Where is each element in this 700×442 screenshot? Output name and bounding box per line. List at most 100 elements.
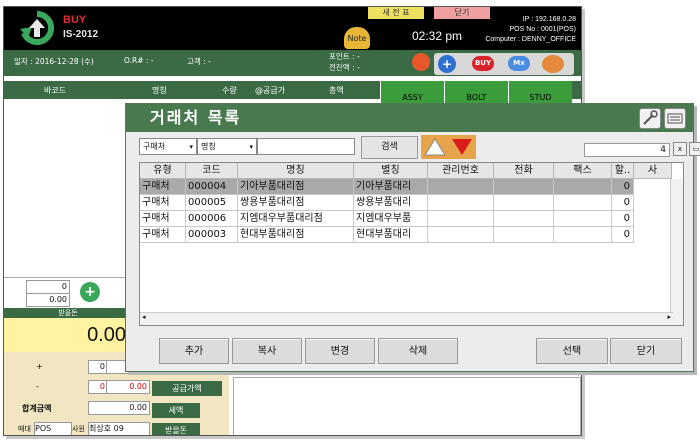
dialog-title: 거래처 목록 — [126, 104, 693, 132]
grid-cell[interactable]: 0 — [612, 195, 634, 211]
grid-cell[interactable]: 000004 — [186, 179, 238, 195]
partner-list-dialog: 거래처 목록 구매처 ▾ 명칭 ▾ 검색 4 x ▭ 유형 코드 명칭 별칭 관리번호 전화 팩… — [125, 103, 700, 372]
grid-cell[interactable] — [494, 227, 554, 243]
qty-amount[interactable]: 0.00 — [26, 293, 70, 307]
print-icon[interactable]: ▭ — [689, 142, 700, 156]
grid-cell[interactable]: 구매처 — [140, 227, 186, 243]
ip-address: IP : 192.168.0.28 — [522, 16, 576, 23]
select-button[interactable]: 선택 — [536, 338, 608, 364]
excel-icon[interactable]: x — [673, 142, 687, 156]
points-label: 포인트 : - — [329, 52, 360, 61]
grid-cell[interactable] — [554, 227, 612, 243]
grid-column-header[interactable]: 팩스 — [554, 163, 612, 179]
grid-column-header[interactable]: 별칭 — [354, 163, 428, 179]
qty-value[interactable]: 0 — [26, 280, 70, 294]
grid-cell[interactable]: 지엠대우부품대리점 — [238, 211, 354, 227]
grid-column-header[interactable]: 명칭 — [238, 163, 354, 179]
partner-row[interactable]: 구매처 000006 지엠대우부품대리점 지엠대우부품 0 — [140, 211, 683, 227]
move-up-button[interactable] — [421, 135, 449, 159]
grid-column-header[interactable]: 코드 — [186, 163, 238, 179]
add-qty-icon[interactable]: + — [80, 282, 100, 302]
grid-cell[interactable] — [428, 227, 494, 243]
grid-cell[interactable] — [494, 195, 554, 211]
supply-amount-label: 공급가액 — [152, 381, 222, 396]
bottom-item-panel — [233, 377, 581, 435]
edit-button[interactable]: 변경 — [305, 338, 375, 364]
grid-cell[interactable]: 쌍용부품대리 — [354, 195, 428, 211]
copy-button[interactable]: 복사 — [232, 338, 302, 364]
mx-button[interactable]: Mx — [508, 56, 530, 71]
note-icon[interactable]: Note — [344, 27, 370, 49]
grid-cell[interactable]: 지엠대우부품 — [354, 211, 428, 227]
buy-button[interactable]: BUY — [472, 56, 494, 71]
computer-name: Computer : DENNY_OFFICE — [485, 36, 576, 43]
grid-cell[interactable]: 현대부품대리 — [354, 227, 428, 243]
delete-button[interactable]: 삭제 — [378, 338, 458, 364]
grid-column-header[interactable]: 전화 — [494, 163, 554, 179]
grid-cell[interactable]: 현대부품대리점 — [238, 227, 354, 243]
add-icon[interactable]: + — [438, 55, 456, 73]
grid-cell[interactable]: 000003 — [186, 227, 238, 243]
grid-cell[interactable] — [494, 211, 554, 227]
paid-amount: 0.00 — [4, 318, 132, 352]
grid-cell[interactable]: 구매처 — [140, 179, 186, 195]
paid-label: 받을돈 — [4, 308, 132, 318]
lock-icon[interactable] — [412, 53, 430, 71]
grid-cell[interactable] — [428, 211, 494, 227]
grid-cell[interactable] — [428, 195, 494, 211]
customer-label: 고객 : - — [187, 57, 211, 66]
grid-cell[interactable] — [554, 211, 612, 227]
grid-cell[interactable]: 0 — [612, 211, 634, 227]
sale-value[interactable]: POS — [34, 422, 72, 435]
partner-row[interactable]: 구매처 000005 쌍용부품대리점 쌍용부품대리 0 — [140, 195, 683, 211]
grid-cell[interactable] — [428, 179, 494, 195]
type-filter-dropdown[interactable]: 구매처 ▾ — [139, 138, 197, 155]
plus-label: + — [36, 362, 43, 371]
vertical-scrollbar[interactable] — [670, 179, 683, 325]
field-filter-dropdown[interactable]: 명칭 ▾ — [197, 138, 257, 155]
plus-count[interactable]: 0 — [88, 360, 108, 374]
chevron-down-icon: ▾ — [189, 143, 193, 151]
keyboard-icon[interactable] — [664, 108, 686, 129]
partner-row[interactable]: 구매처 000003 현대부품대리점 현대부품대리 0 — [140, 227, 683, 243]
scroll-left-icon[interactable]: ◂ — [142, 313, 146, 321]
tool-icon[interactable] — [639, 108, 661, 129]
grid-cell[interactable]: 구매처 — [140, 211, 186, 227]
grid-column-header[interactable]: 유형 — [140, 163, 186, 179]
minus-count[interactable]: 0 — [88, 380, 108, 394]
grid-cell[interactable]: 000006 — [186, 211, 238, 227]
quantity-panel: 0 0.00 + — [4, 277, 132, 307]
grid-column-header[interactable]: 할.. — [612, 163, 634, 179]
partner-row[interactable]: 구매처 000004 기아부품대리점 기아부품대리 0 — [140, 179, 683, 195]
grid-column-header[interactable]: 관리번호 — [428, 163, 494, 179]
pos-number: POS No : 0001(POS) — [509, 26, 576, 33]
staff-value[interactable]: 최상호 09 — [88, 422, 150, 435]
close-button[interactable]: 닫기 — [610, 338, 682, 364]
grid-cell[interactable]: 000005 — [186, 195, 238, 211]
add-button[interactable]: 추가 — [159, 338, 229, 364]
minus-label: - — [36, 382, 39, 391]
grid-cell[interactable]: 쌍용부품대리점 — [238, 195, 354, 211]
clock: 02:32 pm — [412, 29, 463, 43]
grid-cell[interactable]: 기아부품대리 — [354, 179, 428, 195]
move-down-button[interactable] — [448, 135, 476, 159]
horizontal-scrollbar[interactable]: ◂ ▸ — [140, 312, 673, 325]
grid-cell[interactable] — [554, 195, 612, 211]
scroll-right-icon[interactable]: ▸ — [667, 313, 671, 321]
new-slip-tab[interactable]: 새 전 표 — [368, 7, 424, 19]
minus-amount[interactable]: 0.00 — [106, 380, 150, 394]
pos-top-bar: BUY IS-2012 새 전 표 닫기 Note 02:32 pm IP : … — [4, 7, 581, 50]
grid-cell[interactable]: 구매처 — [140, 195, 186, 211]
search-button[interactable]: 검색 — [361, 136, 418, 159]
grid-column-header[interactable]: 사 — [634, 163, 672, 179]
grid-cell[interactable]: 0 — [612, 227, 634, 243]
record-count: 4 — [584, 143, 670, 157]
arrow-up-icon — [424, 138, 446, 156]
grid-cell[interactable]: 기아부품대리점 — [238, 179, 354, 195]
grid-cell[interactable]: 0 — [612, 179, 634, 195]
keyword-input[interactable] — [257, 138, 355, 155]
grid-cell[interactable] — [554, 179, 612, 195]
brand-model: IS-2012 — [63, 29, 99, 40]
printer-icon[interactable] — [542, 55, 564, 73]
grid-cell[interactable] — [494, 179, 554, 195]
